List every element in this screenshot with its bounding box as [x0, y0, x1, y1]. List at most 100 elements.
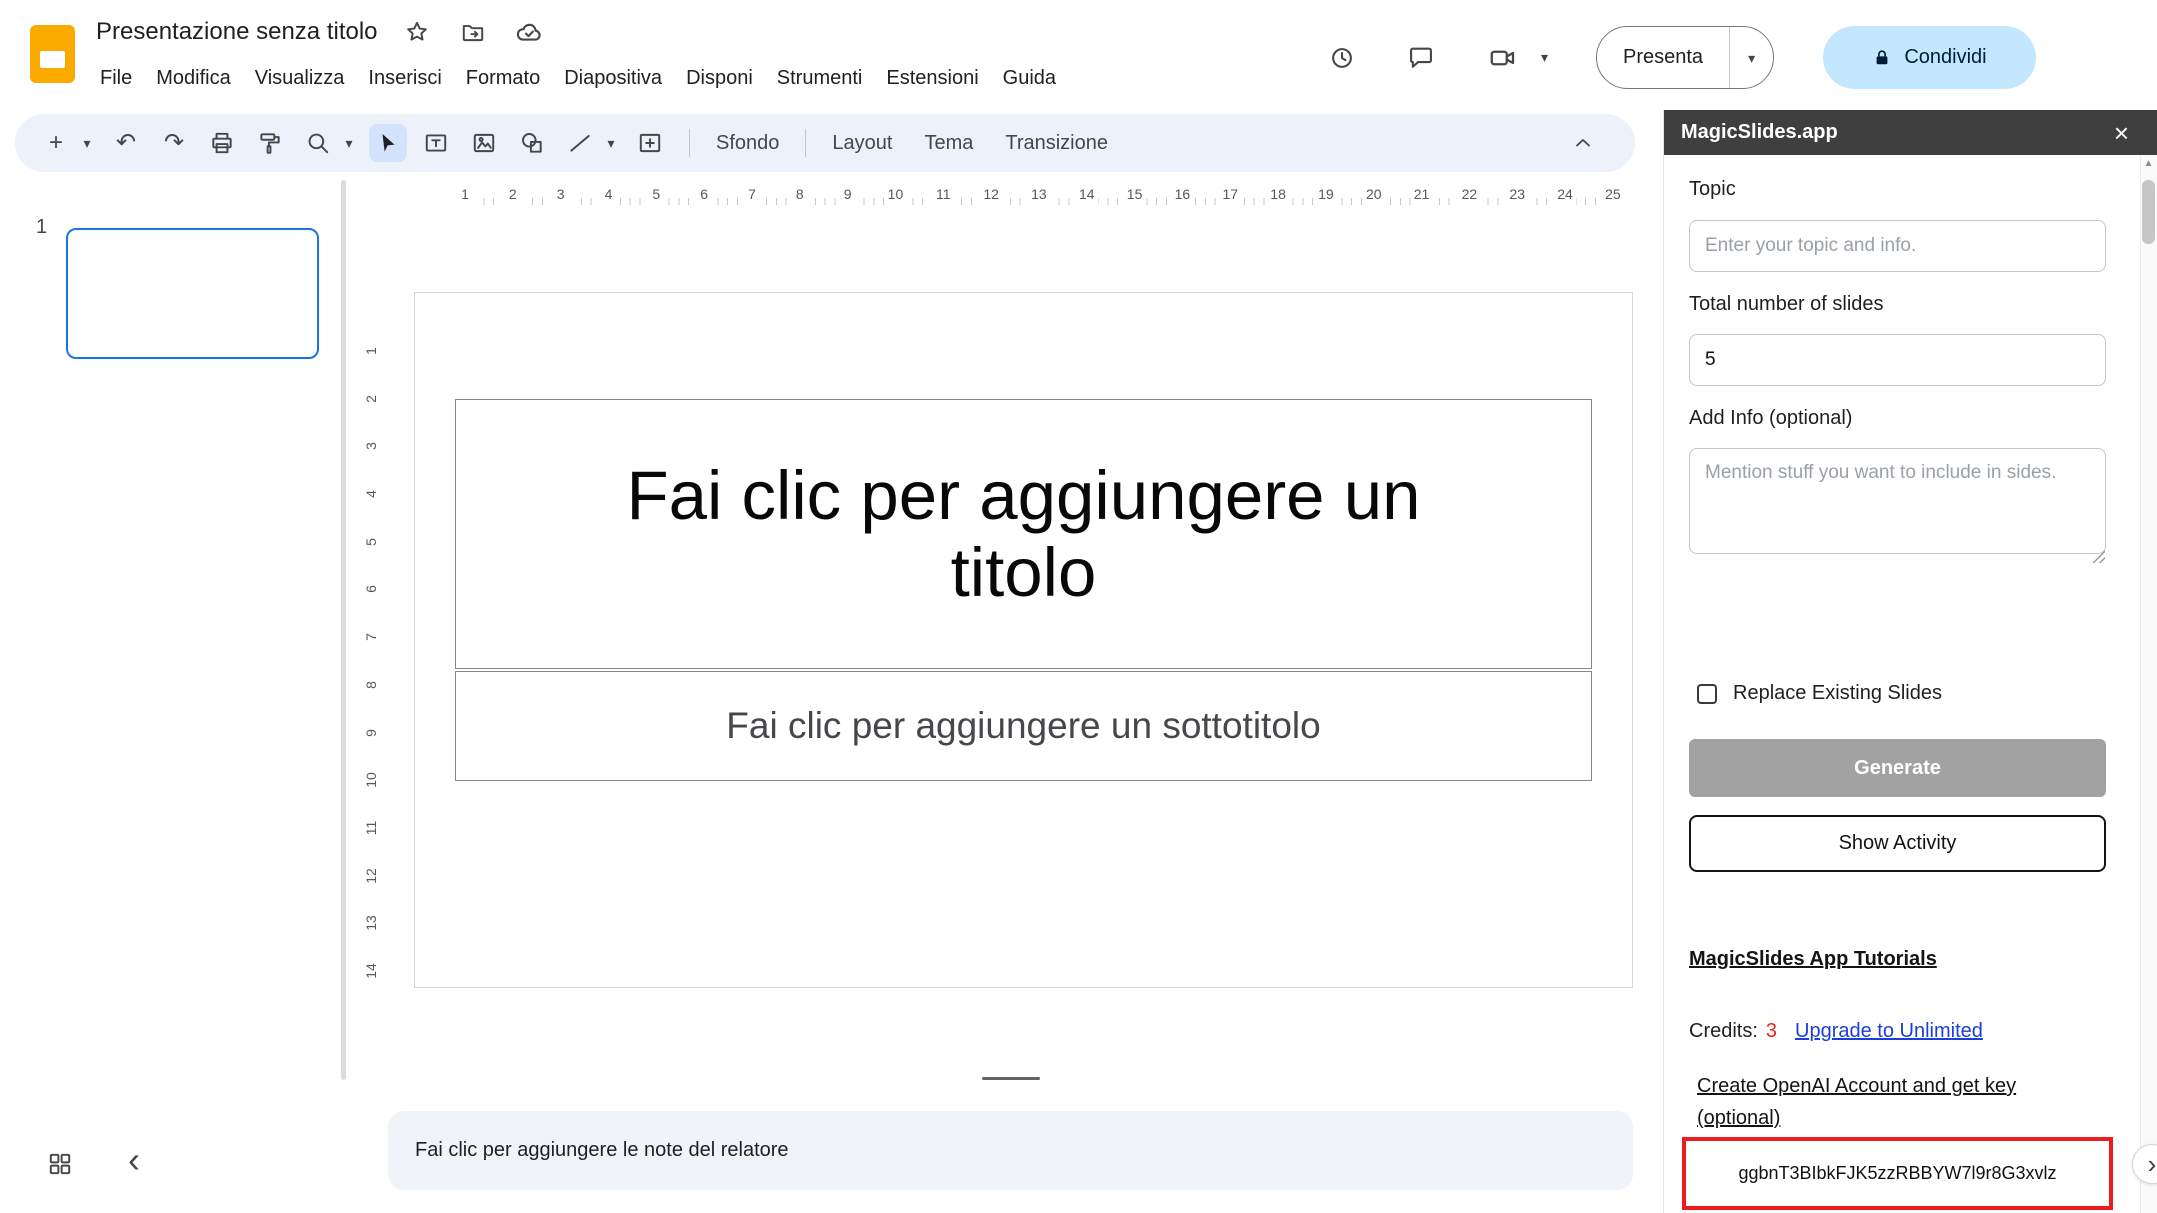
- menu-item[interactable]: Guida: [991, 60, 1068, 97]
- transition-button[interactable]: Transizione: [989, 124, 1124, 162]
- ruler-number: 9: [361, 722, 381, 744]
- collapse-toolbar-icon[interactable]: [1561, 124, 1605, 162]
- cloud-saved-icon[interactable]: [512, 15, 546, 49]
- ruler-number: 23: [1506, 183, 1528, 205]
- credits-row: Credits: 3 Upgrade to Unlimited: [1689, 1020, 1983, 1043]
- scroll-up-icon[interactable]: ▲: [2140, 158, 2157, 169]
- slides-logo-inner: [40, 51, 65, 68]
- slides-count-label: Total number of slides: [1689, 293, 1884, 316]
- ruler-number: 16: [1171, 183, 1193, 205]
- ruler-number: 15: [1124, 183, 1146, 205]
- top-bar: Presentazione senza titolo FileModificaV…: [0, 0, 2157, 114]
- speaker-notes[interactable]: Fai clic per aggiungere le note del rela…: [388, 1111, 1633, 1190]
- menu-item[interactable]: Diapositiva: [552, 60, 674, 97]
- zoom-dropdown-icon[interactable]: ▾: [339, 124, 359, 162]
- undo-button[interactable]: ↶: [107, 124, 145, 162]
- generate-button[interactable]: Generate: [1689, 739, 2106, 797]
- paint-format-button[interactable]: [251, 124, 289, 162]
- speaker-notes-placeholder: Fai clic per aggiungere le note del rela…: [415, 1139, 789, 1162]
- menu-item[interactable]: Visualizza: [243, 60, 357, 97]
- meet-camera-dropdown-icon[interactable]: ▾: [1541, 50, 1548, 64]
- subtitle-placeholder[interactable]: Fai clic per aggiungere un sottotitolo: [455, 671, 1592, 781]
- menu-item[interactable]: Inserisci: [356, 60, 453, 97]
- insert-line-button[interactable]: [561, 124, 599, 162]
- ruler-number: 6: [361, 578, 381, 600]
- menu-item[interactable]: Formato: [454, 60, 552, 97]
- menu-item[interactable]: File: [88, 60, 144, 97]
- select-tool-button[interactable]: [369, 124, 407, 162]
- star-icon[interactable]: [400, 15, 434, 49]
- present-dropdown-icon[interactable]: ▾: [1729, 27, 1773, 88]
- credits-label: Credits:: [1689, 1020, 1758, 1043]
- api-key-highlight-box: [1682, 1137, 2113, 1210]
- grid-view-icon[interactable]: [38, 1142, 82, 1186]
- ruler-number: 1: [361, 340, 381, 362]
- topic-input[interactable]: [1689, 220, 2106, 272]
- panel-scrollbar-track[interactable]: [2140, 155, 2157, 1213]
- slide-thumbnail[interactable]: [66, 228, 319, 359]
- layout-button[interactable]: Layout: [816, 124, 908, 162]
- title-placeholder-text: titolo: [951, 534, 1097, 611]
- add-info-textarea[interactable]: [1689, 448, 2106, 554]
- redo-button[interactable]: ↷: [155, 124, 193, 162]
- meet-camera-icon[interactable]: [1477, 32, 1529, 84]
- title-placeholder-text: Fai clic per aggiungere un: [627, 457, 1421, 534]
- insert-placeholder-button[interactable]: [631, 124, 669, 162]
- topic-label: Topic: [1689, 178, 1736, 201]
- menu-item[interactable]: Estensioni: [874, 60, 990, 97]
- vertical-ruler: 1234567891011121314: [360, 341, 382, 981]
- insert-shape-button[interactable]: [513, 124, 551, 162]
- ruler-number: 8: [361, 674, 381, 696]
- background-button[interactable]: Sfondo: [700, 124, 795, 162]
- show-activity-button[interactable]: Show Activity: [1689, 815, 2106, 872]
- ruler-number: 21: [1411, 183, 1433, 205]
- print-button[interactable]: [203, 124, 241, 162]
- slides-logo-icon[interactable]: [30, 25, 75, 83]
- replace-existing-label: Replace Existing Slides: [1733, 682, 1942, 705]
- text-box-tool-button[interactable]: [417, 124, 455, 162]
- title-placeholder[interactable]: Fai clic per aggiungere un titolo: [455, 399, 1592, 669]
- menu-item[interactable]: Disponi: [674, 60, 765, 97]
- ruler-number: 13: [1028, 183, 1050, 205]
- ruler-number: 8: [789, 183, 811, 205]
- comments-icon[interactable]: [1395, 32, 1447, 84]
- version-history-icon[interactable]: [1316, 32, 1368, 84]
- ruler-number: 12: [361, 865, 381, 887]
- ruler-number: 9: [837, 183, 859, 205]
- menu-bar: FileModificaVisualizzaInserisciFormatoDi…: [88, 60, 1068, 97]
- theme-button[interactable]: Tema: [908, 124, 989, 162]
- toolbar-divider: [805, 129, 806, 157]
- ruler-number: 7: [741, 183, 763, 205]
- lock-icon: [1872, 48, 1892, 68]
- insert-image-button[interactable]: [465, 124, 503, 162]
- zoom-button[interactable]: [299, 124, 337, 162]
- app-window: Presentazione senza titolo FileModificaV…: [0, 0, 2157, 1213]
- upgrade-link[interactable]: Upgrade to Unlimited: [1795, 1020, 1983, 1043]
- openai-key-link[interactable]: Create OpenAI Account and get key (optio…: [1697, 1070, 2093, 1134]
- panel-scrollbar-thumb[interactable]: [2142, 180, 2155, 244]
- line-dropdown-icon[interactable]: ▾: [601, 124, 621, 162]
- new-slide-dropdown-icon[interactable]: ▾: [77, 124, 97, 162]
- api-key-input[interactable]: [1686, 1163, 2109, 1184]
- close-icon[interactable]: ×: [2114, 120, 2129, 146]
- replace-existing-checkbox[interactable]: [1697, 684, 1717, 704]
- ruler-number: 5: [645, 183, 667, 205]
- new-slide-button[interactable]: +: [37, 124, 75, 162]
- credits-value: 3: [1766, 1020, 1777, 1043]
- collapse-filmstrip-icon[interactable]: ‹: [112, 1138, 156, 1182]
- present-button[interactable]: Presenta: [1597, 27, 1729, 88]
- filmstrip-scrollbar[interactable]: [341, 180, 346, 1080]
- menu-item[interactable]: Modifica: [144, 60, 242, 97]
- ruler-number: 6: [693, 183, 715, 205]
- toolbar: + ▾ ↶ ↷ ▾ ▾ Sfondo: [15, 114, 1635, 172]
- notes-resize-handle[interactable]: [982, 1077, 1040, 1080]
- document-title[interactable]: Presentazione senza titolo: [96, 18, 378, 46]
- tutorials-link[interactable]: MagicSlides App Tutorials: [1689, 948, 1937, 971]
- present-split-button: Presenta ▾: [1596, 26, 1774, 89]
- slides-count-input[interactable]: [1689, 334, 2106, 386]
- ruler-number: 11: [361, 817, 381, 839]
- share-button[interactable]: Condividi: [1823, 26, 2036, 89]
- menu-item[interactable]: Strumenti: [765, 60, 875, 97]
- toolbar-divider: [689, 129, 690, 157]
- move-folder-icon[interactable]: [456, 15, 490, 49]
